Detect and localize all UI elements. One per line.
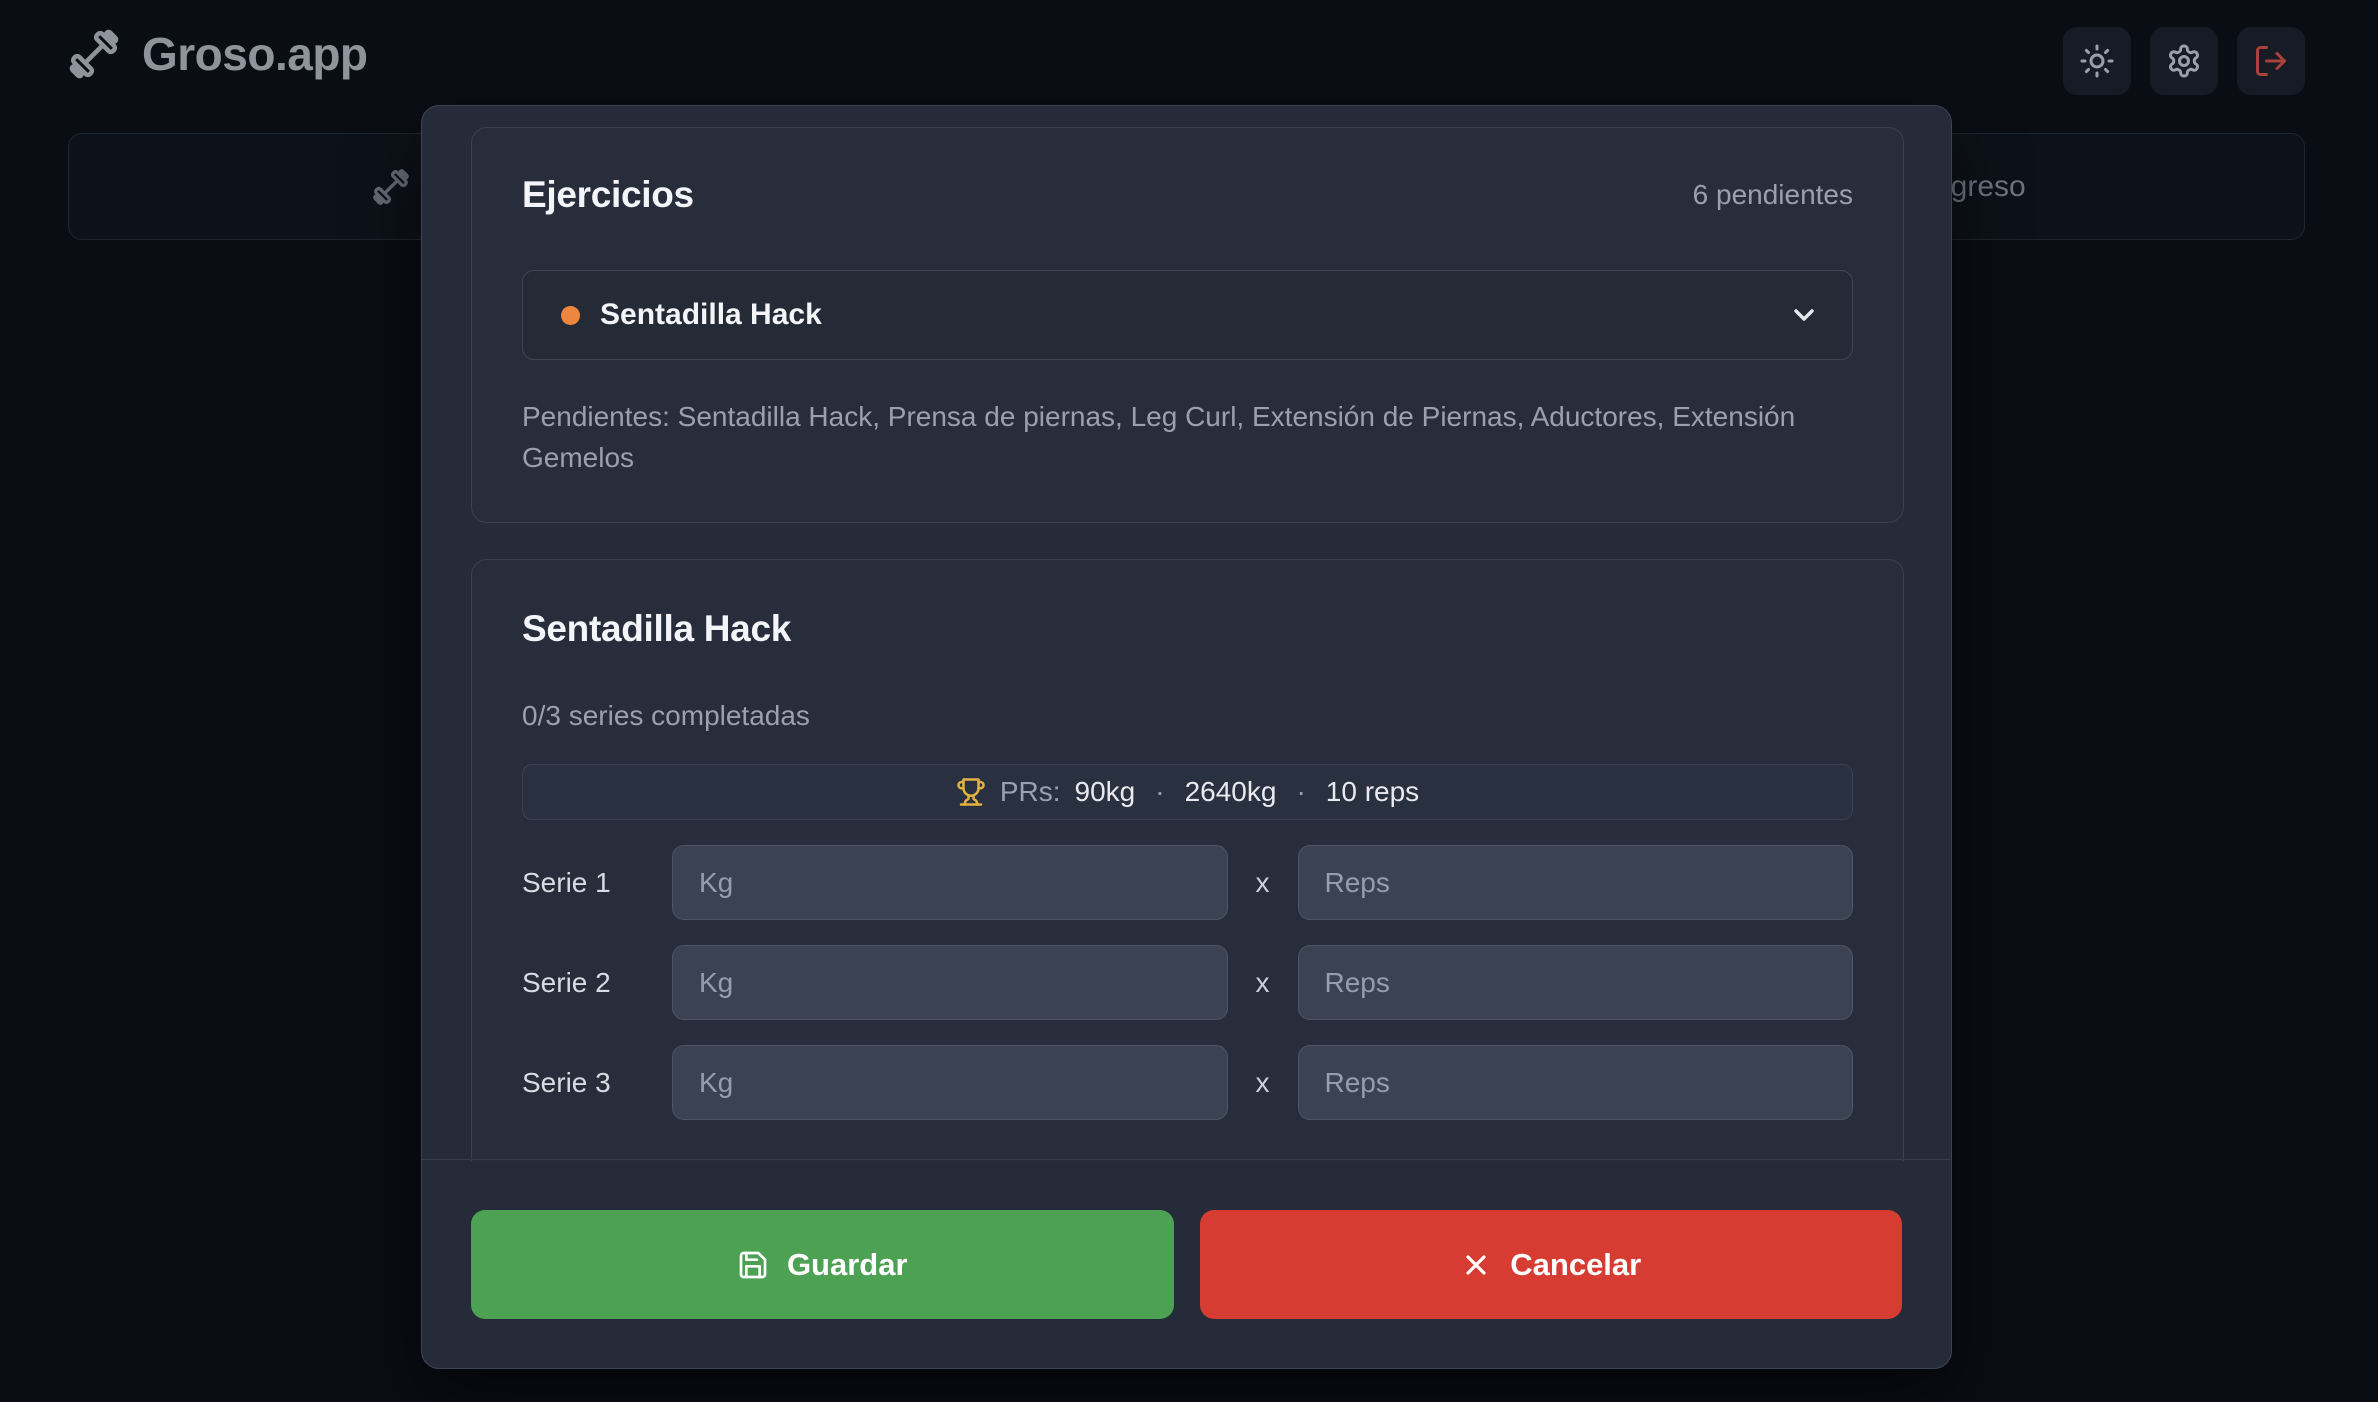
app-title: Groso.app	[142, 27, 368, 81]
chevron-down-icon	[1788, 299, 1820, 331]
prs-separator: ·	[1290, 776, 1311, 808]
log-out-icon	[2253, 43, 2289, 79]
prs-separator: ·	[1149, 776, 1170, 808]
kg-input-3[interactable]	[672, 1045, 1228, 1120]
set-label: Serie 1	[522, 867, 672, 899]
prs-max-weight: 90kg	[1075, 776, 1136, 808]
exercises-title: Ejercicios	[522, 174, 694, 216]
set-row-1: Serie 1 x	[522, 845, 1853, 920]
floppy-disk-icon	[737, 1249, 769, 1281]
cancel-button-label: Cancelar	[1510, 1247, 1641, 1283]
reps-input-1[interactable]	[1298, 845, 1854, 920]
reps-input-2[interactable]	[1298, 945, 1854, 1020]
header-actions	[2063, 27, 2305, 95]
kg-input-1[interactable]	[672, 845, 1228, 920]
logout-button[interactable]	[2237, 27, 2305, 95]
times-separator: x	[1228, 867, 1298, 899]
modal-footer: Guardar Cancelar	[422, 1159, 1951, 1368]
save-button[interactable]: Guardar	[471, 1210, 1174, 1319]
x-icon	[1460, 1249, 1492, 1281]
orange-dot-icon	[561, 306, 580, 325]
tab-entrenamiento-dumbbell-icon	[369, 165, 413, 209]
app-brand: Groso.app	[64, 24, 368, 84]
exercises-card-header: Ejercicios 6 pendientes	[522, 174, 1853, 216]
times-separator: x	[1228, 967, 1298, 999]
gear-icon	[2166, 43, 2202, 79]
series-progress-text: 0/3 series completadas	[522, 700, 810, 732]
set-label: Serie 2	[522, 967, 672, 999]
selected-exercise-label: Sentadilla Hack	[600, 298, 822, 332]
trophy-icon	[956, 777, 986, 807]
kg-input-2[interactable]	[672, 945, 1228, 1020]
dumbbell-logo-icon	[64, 24, 124, 84]
pending-count-badge: 6 pendientes	[1693, 179, 1853, 211]
reps-input-3[interactable]	[1298, 1045, 1854, 1120]
exercise-log-modal: Ejercicios 6 pendientes Sentadilla Hack …	[421, 105, 1952, 1369]
exercises-card: Ejercicios 6 pendientes Sentadilla Hack …	[471, 127, 1904, 523]
current-exercise-card: Sentadilla Hack 0/3 series completadas P…	[471, 559, 1904, 1161]
prs-bar: PRs: 90kg · 2640kg · 10 reps	[522, 764, 1853, 820]
exercise-select[interactable]: Sentadilla Hack	[522, 270, 1853, 360]
theme-toggle-button[interactable]	[2063, 27, 2131, 95]
app-root: Groso.app Progreso Ejercicios 6 pendient…	[0, 0, 2378, 1402]
save-button-label: Guardar	[787, 1247, 908, 1283]
prs-volume: 2640kg	[1185, 776, 1277, 808]
current-exercise-title: Sentadilla Hack	[522, 608, 791, 650]
sun-icon	[2079, 43, 2115, 79]
set-label: Serie 3	[522, 1067, 672, 1099]
prs-reps: 10 reps	[1326, 776, 1419, 808]
set-row-2: Serie 2 x	[522, 945, 1853, 1020]
cancel-button[interactable]: Cancelar	[1200, 1210, 1903, 1319]
modal-content: Ejercicios 6 pendientes Sentadilla Hack …	[422, 106, 1951, 1161]
set-row-3: Serie 3 x	[522, 1045, 1853, 1120]
times-separator: x	[1228, 1067, 1298, 1099]
prs-label: PRs:	[1000, 776, 1061, 808]
settings-button[interactable]	[2150, 27, 2218, 95]
pending-exercises-list: Pendientes: Sentadilla Hack, Prensa de p…	[522, 396, 1847, 478]
